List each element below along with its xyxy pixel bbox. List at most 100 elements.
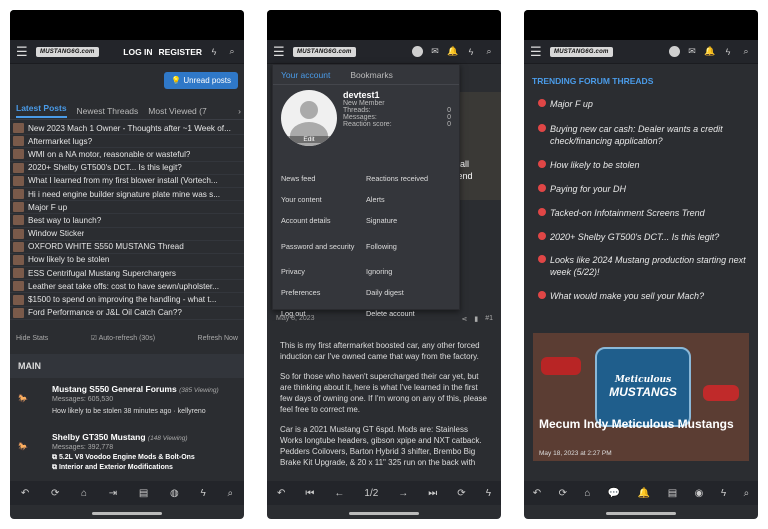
back-icon[interactable]: ↶ xyxy=(21,488,29,499)
login-icon[interactable]: ⇥ xyxy=(109,488,117,499)
news-icon[interactable]: ▤ xyxy=(139,488,148,499)
first-page-icon[interactable]: ⏮ xyxy=(305,488,314,499)
list-item[interactable]: Best way to launch? xyxy=(10,214,244,228)
post-number[interactable]: #1 xyxy=(485,315,493,323)
subforum-link[interactable]: ⧉ Interior and Exterior Modifications xyxy=(52,464,195,472)
link-following[interactable]: Following xyxy=(366,231,451,261)
list-item[interactable]: 2020+ Shelby GT500's DCT... Is this legi… xyxy=(538,231,750,243)
forum-node-gt350[interactable]: 🐎 Shelby GT350 Mustang (148 Viewing) Mes… xyxy=(10,432,244,472)
list-item[interactable]: Looks like 2024 Mustang production start… xyxy=(538,254,750,278)
lightning-icon[interactable]: ϟ xyxy=(486,488,491,499)
list-item[interactable]: $1500 to spend on improving the handling… xyxy=(10,293,244,307)
link-delete-account[interactable]: Delete account xyxy=(366,303,451,324)
link-news-feed[interactable]: News feed xyxy=(281,168,366,189)
forum-title[interactable]: Mustang S550 General Forums xyxy=(52,384,177,394)
list-item[interactable]: How likely to be stolen xyxy=(10,254,244,268)
tab-bookmarks[interactable]: Bookmarks xyxy=(350,70,393,80)
avatar[interactable] xyxy=(669,46,680,57)
unread-posts-button[interactable]: 💡 Unread posts xyxy=(164,72,238,89)
link-your-content[interactable]: Your content xyxy=(281,189,366,210)
refresh-icon[interactable]: ⟳ xyxy=(559,488,567,499)
list-item[interactable]: Hi i need engine builder signature plate… xyxy=(10,188,244,202)
refresh-icon[interactable]: ⟳ xyxy=(457,488,465,499)
lightning-icon[interactable]: ϟ xyxy=(208,47,220,57)
list-item[interactable]: Tacked-on Infotainment Screens Trend xyxy=(538,207,750,219)
avatar[interactable] xyxy=(412,46,423,57)
featured-article[interactable]: Meticulous MUSTANGS Mecum Indy Meticulou… xyxy=(533,333,749,461)
back-icon[interactable]: ↶ xyxy=(277,488,285,499)
share-icon[interactable]: ⋖ xyxy=(461,315,467,323)
hamburger-menu-icon[interactable]: ☰ xyxy=(273,44,287,60)
hide-stats-link[interactable]: Hide Stats xyxy=(16,335,48,342)
link-ignoring[interactable]: Ignoring xyxy=(366,261,451,282)
avatar[interactable]: Edit xyxy=(281,90,337,146)
list-item[interactable]: What I learned from my first blower inst… xyxy=(10,175,244,188)
prev-page-icon[interactable]: ← xyxy=(334,488,344,499)
lightning-icon[interactable]: ϟ xyxy=(200,488,205,499)
eye-icon[interactable]: ◉ xyxy=(695,488,704,499)
link-preferences[interactable]: Preferences xyxy=(281,282,366,303)
tab-newest-threads[interactable]: Newest Threads xyxy=(77,106,139,116)
forum-last-post[interactable]: How likely to be stolen 38 minutes ago ·… xyxy=(52,408,219,415)
chevron-right-icon[interactable]: › xyxy=(238,106,241,116)
chat-icon[interactable]: 💬 xyxy=(608,488,620,499)
featured-title[interactable]: Mecum Indy Meticulous Mustangs xyxy=(539,417,734,432)
refresh-now-link[interactable]: Refresh Now xyxy=(198,335,238,342)
search-icon[interactable]: ⌕ xyxy=(744,488,750,499)
subforum-link[interactable]: ⧉ 5.2L V8 Voodoo Engine Mods & Bolt-Ons xyxy=(52,454,195,462)
link-password-security[interactable]: Password and security xyxy=(281,231,366,261)
lightning-icon[interactable]: ϟ xyxy=(465,47,477,57)
page-indicator[interactable]: 1/2 xyxy=(364,488,378,499)
tab-your-account[interactable]: Your account xyxy=(281,70,330,80)
link-signature[interactable]: Signature xyxy=(366,210,451,231)
home-icon[interactable]: ⌂ xyxy=(584,488,590,499)
search-icon[interactable]: ⌕ xyxy=(740,46,752,57)
link-daily-digest[interactable]: Daily digest xyxy=(366,282,451,303)
inbox-icon[interactable]: ✉ xyxy=(686,46,698,57)
list-item[interactable]: ESS Centrifugal Mustang Superchargers xyxy=(10,267,244,281)
bookmark-icon[interactable]: ▮ xyxy=(474,315,478,323)
site-logo[interactable]: MUSTANG6G.com xyxy=(550,46,613,57)
lightning-icon[interactable]: ϟ xyxy=(722,47,734,57)
login-link[interactable]: LOG IN xyxy=(123,47,152,57)
globe-icon[interactable]: ◍ xyxy=(170,488,179,499)
list-item[interactable]: Major F up xyxy=(538,98,750,110)
link-account-details[interactable]: Account details xyxy=(281,210,366,231)
link-reactions-received[interactable]: Reactions received xyxy=(366,168,451,189)
list-item[interactable]: WMI on a NA motor, reasonable or wastefu… xyxy=(10,148,244,162)
search-icon[interactable]: ⌕ xyxy=(226,46,238,57)
hamburger-menu-icon[interactable]: ☰ xyxy=(16,44,30,60)
inbox-icon[interactable]: ✉ xyxy=(429,46,441,57)
link-alerts[interactable]: Alerts xyxy=(366,189,451,210)
refresh-icon[interactable]: ⟳ xyxy=(51,488,59,499)
list-item[interactable]: Paying for your DH xyxy=(538,183,750,195)
list-item[interactable]: Window Sticker xyxy=(10,228,244,241)
tab-latest-posts[interactable]: Latest Posts xyxy=(16,103,67,118)
register-link[interactable]: REGISTER xyxy=(159,47,202,57)
auto-refresh-checkbox[interactable]: ☑ Auto-refresh (30s) xyxy=(91,334,155,342)
bell-icon[interactable]: 🔔 xyxy=(638,488,650,499)
back-icon[interactable]: ↶ xyxy=(533,488,541,499)
forum-title[interactable]: Shelby GT350 Mustang xyxy=(52,432,146,442)
news-icon[interactable]: ▤ xyxy=(668,488,677,499)
list-item[interactable]: Major F up xyxy=(10,201,244,215)
forum-node-s550[interactable]: 🐎 Mustang S550 General Forums (385 Viewi… xyxy=(10,384,244,415)
last-page-icon[interactable]: ⏭ xyxy=(428,488,437,499)
edit-avatar-label[interactable]: Edit xyxy=(281,136,337,143)
bell-icon[interactable]: 🔔 xyxy=(447,46,459,57)
list-item[interactable]: OXFORD WHITE S550 MUSTANG Thread xyxy=(10,241,244,254)
list-item[interactable]: Leather seat take offs: cost to have sew… xyxy=(10,280,244,294)
home-icon[interactable]: ⌂ xyxy=(81,488,87,499)
list-item[interactable]: Buying new car cash: Dealer wants a cred… xyxy=(538,123,750,147)
search-icon[interactable]: ⌕ xyxy=(483,46,495,57)
site-logo[interactable]: MUSTANG6G.com xyxy=(36,46,99,57)
list-item[interactable]: How likely to be stolen xyxy=(538,159,750,171)
list-item[interactable]: New 2023 Mach 1 Owner - Thoughts after ~… xyxy=(10,122,244,136)
list-item[interactable]: Ford Performance or J&L Oil Catch Can?? xyxy=(10,307,244,320)
username[interactable]: devtest1 xyxy=(343,90,451,100)
hamburger-menu-icon[interactable]: ☰ xyxy=(530,44,544,60)
list-item[interactable]: Aftermarket lugs? xyxy=(10,135,244,149)
lightning-icon[interactable]: ϟ xyxy=(721,488,726,499)
link-privacy[interactable]: Privacy xyxy=(281,261,366,282)
search-icon[interactable]: ⌕ xyxy=(227,488,233,499)
